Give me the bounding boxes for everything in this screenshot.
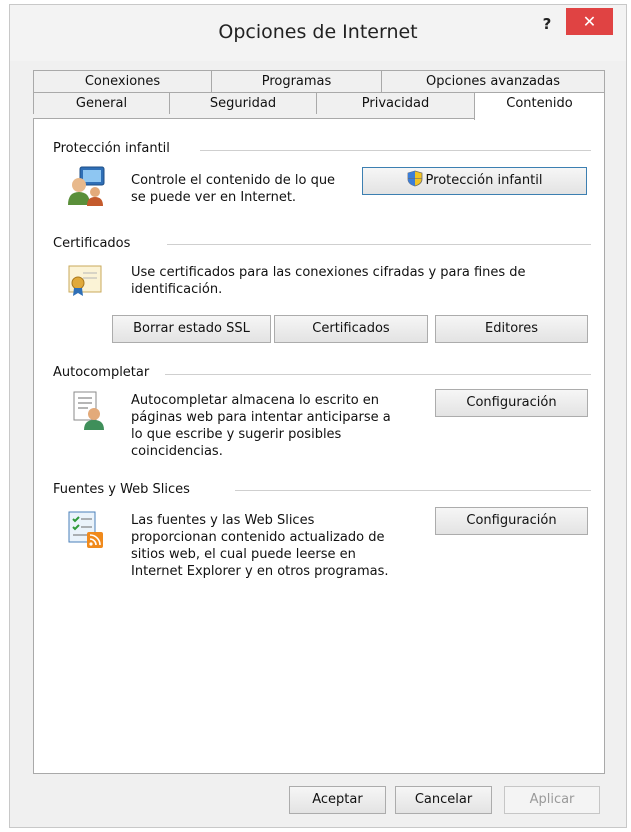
autocompletar-description: Autocompletar almacena lo escrito en pág… xyxy=(131,392,391,460)
description-line: Controle el contenido de lo que xyxy=(131,173,336,188)
certificados-description: Use certificados para las conexiones cif… xyxy=(131,264,526,298)
content-panel: Protección infantil Controle el contenid… xyxy=(33,118,605,774)
editores-button[interactable]: Editores xyxy=(435,315,588,343)
group-title-proteccion: Protección infantil xyxy=(53,141,170,156)
tab-privacidad[interactable]: Privacidad xyxy=(316,92,475,114)
uac-shield-icon xyxy=(407,170,423,197)
description-line: páginas web para intentar anticiparse a xyxy=(131,410,391,425)
description-line: identificación. xyxy=(131,282,223,297)
fuentes-configuracion-button[interactable]: Configuración xyxy=(435,507,588,535)
help-button[interactable]: ? xyxy=(537,13,557,35)
borrar-estado-ssl-button[interactable]: Borrar estado SSL xyxy=(112,315,271,343)
autocomplete-icon xyxy=(70,390,106,430)
group-title-autocompletar: Autocompletar xyxy=(53,365,150,380)
tab-seguridad[interactable]: Seguridad xyxy=(169,92,317,114)
tab-conexiones[interactable]: Conexiones xyxy=(33,70,212,92)
window-title: Opciones de Internet xyxy=(218,21,418,43)
family-safety-icon xyxy=(66,165,108,207)
autocompletar-configuracion-button[interactable]: Configuración xyxy=(435,389,588,417)
internet-options-window: Opciones de Internet ? ✕ Conexiones Prog… xyxy=(9,4,627,828)
cancelar-button[interactable]: Cancelar xyxy=(395,786,492,814)
feeds-icon xyxy=(67,510,107,550)
group-title-fuentes: Fuentes y Web Slices xyxy=(53,482,190,497)
fuentes-description: Las fuentes y las Web Slices proporciona… xyxy=(131,512,389,580)
proteccion-description: Controle el contenido de lo que se puede… xyxy=(131,172,335,206)
certificados-button[interactable]: Certificados xyxy=(274,315,428,343)
group-divider xyxy=(235,490,591,491)
tab-contenido[interactable]: Contenido xyxy=(474,92,605,120)
description-line: Use certificados para las conexiones cif… xyxy=(131,265,526,280)
aceptar-button[interactable]: Aceptar xyxy=(289,786,386,814)
description-line: se puede ver en Internet. xyxy=(131,190,297,205)
description-line: Autocompletar almacena lo escrito en xyxy=(131,393,380,408)
description-line: Internet Explorer y en otros programas. xyxy=(131,564,389,579)
group-divider xyxy=(200,150,591,151)
group-divider xyxy=(167,244,591,245)
close-button[interactable]: ✕ xyxy=(566,8,613,35)
group-title-certificados: Certificados xyxy=(53,236,131,251)
title-bar[interactable]: Opciones de Internet ? ✕ xyxy=(10,5,626,61)
group-divider xyxy=(165,374,591,375)
description-line: coincidencias. xyxy=(131,444,223,459)
tab-general[interactable]: General xyxy=(33,92,170,114)
description-line: proporcionan contenido actualizado de xyxy=(131,530,385,545)
tab-programas[interactable]: Programas xyxy=(211,70,382,92)
button-label: Protección infantil xyxy=(425,173,543,188)
certificate-icon xyxy=(67,262,103,298)
proteccion-infantil-button[interactable]: Protección infantil xyxy=(362,167,587,195)
tab-opciones-avanzadas[interactable]: Opciones avanzadas xyxy=(381,70,605,92)
description-line: lo que escribe y sugerir posibles xyxy=(131,427,342,442)
description-line: sitios web, el cual puede leerse en xyxy=(131,547,356,562)
description-line: Las fuentes y las Web Slices xyxy=(131,513,315,528)
aplicar-button[interactable]: Aplicar xyxy=(504,786,600,814)
